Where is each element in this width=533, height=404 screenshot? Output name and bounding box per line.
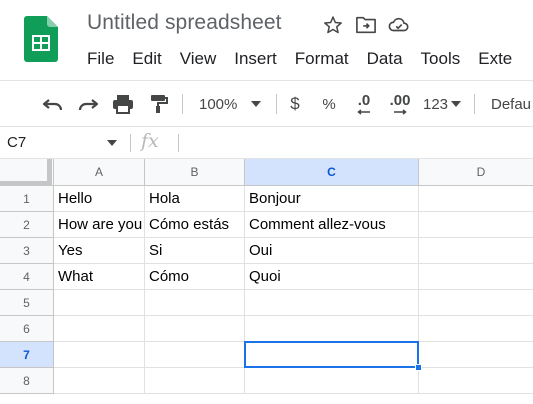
cell-b4[interactable]: Cómo xyxy=(145,264,245,290)
cell-c3[interactable]: Oui xyxy=(245,238,419,264)
cell-c7[interactable] xyxy=(245,342,419,368)
cell-a6[interactable] xyxy=(54,316,145,342)
cell-a4[interactable]: What xyxy=(54,264,145,290)
sheets-logo-icon[interactable] xyxy=(24,16,58,62)
column-header-c[interactable]: C xyxy=(245,159,419,186)
zoom-dropdown-icon xyxy=(251,101,262,107)
cell-d3[interactable] xyxy=(419,238,533,264)
fill-handle[interactable] xyxy=(415,364,422,371)
row-header-4[interactable]: 4 xyxy=(0,264,54,290)
cell-c6[interactable] xyxy=(245,316,419,342)
decrease-decimal-button[interactable]: .0 xyxy=(351,91,377,117)
zoom-value: 100% xyxy=(199,95,238,113)
freeze-row-handle[interactable] xyxy=(0,181,52,185)
cell-b2[interactable]: Cómo estás xyxy=(145,212,245,238)
menu-bar: File Edit View Insert Format Data Tools … xyxy=(78,46,521,72)
cell-a7[interactable] xyxy=(54,342,145,368)
paint-format-icon[interactable] xyxy=(145,91,171,117)
toolbar-separator xyxy=(182,94,183,114)
print-icon[interactable] xyxy=(110,91,136,117)
number-format-select[interactable]: 123 xyxy=(420,91,464,117)
redo-icon[interactable] xyxy=(75,91,101,117)
toolbar-separator xyxy=(276,94,277,114)
formula-bar-separator xyxy=(130,134,131,152)
menu-format[interactable]: Format xyxy=(286,46,358,72)
row-header-2[interactable]: 2 xyxy=(0,212,54,238)
formula-bar: C7 fx xyxy=(0,126,533,159)
cell-a3[interactable]: Yes xyxy=(54,238,145,264)
chevron-down-icon[interactable] xyxy=(106,135,118,149)
title-icons xyxy=(322,12,410,38)
cell-a8[interactable] xyxy=(54,368,145,394)
title-bar: Untitled spreadsheet File Edit View Inse… xyxy=(0,0,533,80)
currency-format-button[interactable]: $ xyxy=(285,91,305,117)
cell-b3[interactable]: Si xyxy=(145,238,245,264)
font-select[interactable]: Defau xyxy=(491,91,533,117)
number-format-dropdown-icon xyxy=(451,101,462,107)
cloud-status-icon[interactable] xyxy=(388,14,410,36)
column-header-d[interactable]: D xyxy=(419,159,533,186)
name-box[interactable]: C7 xyxy=(0,127,130,158)
cell-b7[interactable] xyxy=(145,342,245,368)
arrow-left-icon xyxy=(357,109,370,115)
formula-bar-separator xyxy=(178,134,179,152)
cell-c4[interactable]: Quoi xyxy=(245,264,419,290)
cell-a5[interactable] xyxy=(54,290,145,316)
increase-decimal-button[interactable]: .00 xyxy=(385,91,415,117)
cell-c5[interactable] xyxy=(245,290,419,316)
spreadsheet-grid: A B C D 1 Hello Hola Bonjour 2 How are you Cómo es… xyxy=(0,159,533,404)
column-header-a[interactable]: A xyxy=(54,159,145,186)
cell-b8[interactable] xyxy=(145,368,245,394)
cell-d6[interactable] xyxy=(419,316,533,342)
toolbar: 100% $ % .0 .00 123 Defau xyxy=(0,81,533,126)
cell-c2[interactable]: Comment allez-vous xyxy=(245,212,419,238)
row-header-6[interactable]: 6 xyxy=(0,316,54,342)
toolbar-separator xyxy=(474,94,475,114)
arrow-right-icon xyxy=(394,109,407,115)
document-title[interactable]: Untitled spreadsheet xyxy=(87,11,282,35)
cell-d7[interactable] xyxy=(419,342,533,368)
cell-c8[interactable] xyxy=(245,368,419,394)
column-header-b[interactable]: B xyxy=(145,159,245,186)
cell-b5[interactable] xyxy=(145,290,245,316)
menu-file[interactable]: File xyxy=(78,46,123,72)
cell-d2[interactable] xyxy=(419,212,533,238)
menu-insert[interactable]: Insert xyxy=(225,46,286,72)
cell-d1[interactable] xyxy=(419,186,533,212)
fx-icon: fx xyxy=(141,130,159,152)
cell-d4[interactable] xyxy=(419,264,533,290)
zoom-select[interactable]: 100% xyxy=(195,91,270,117)
menu-view[interactable]: View xyxy=(171,46,226,72)
cell-d8[interactable] xyxy=(419,368,533,394)
move-to-folder-icon[interactable] xyxy=(355,14,377,36)
row-header-5[interactable]: 5 xyxy=(0,290,54,316)
row-header-7[interactable]: 7 xyxy=(0,342,54,368)
cell-c1[interactable]: Bonjour xyxy=(245,186,419,212)
row-header-1[interactable]: 1 xyxy=(0,186,54,212)
percent-format-button[interactable]: % xyxy=(319,91,339,117)
menu-data[interactable]: Data xyxy=(358,46,412,72)
cell-d5[interactable] xyxy=(419,290,533,316)
formula-input[interactable] xyxy=(186,127,533,158)
cell-a1[interactable]: Hello xyxy=(54,186,145,212)
menu-edit[interactable]: Edit xyxy=(123,46,170,72)
select-all-corner[interactable] xyxy=(0,159,54,186)
undo-icon[interactable] xyxy=(40,91,66,117)
row-header-8[interactable]: 8 xyxy=(0,368,54,394)
cell-a2[interactable]: How are you xyxy=(54,212,145,238)
menu-extensions[interactable]: Exte xyxy=(469,46,521,72)
name-box-value: C7 xyxy=(7,134,27,151)
menu-tools[interactable]: Tools xyxy=(412,46,470,72)
star-icon[interactable] xyxy=(322,14,344,36)
cell-b1[interactable]: Hola xyxy=(145,186,245,212)
cell-b6[interactable] xyxy=(145,316,245,342)
row-header-3[interactable]: 3 xyxy=(0,238,54,264)
